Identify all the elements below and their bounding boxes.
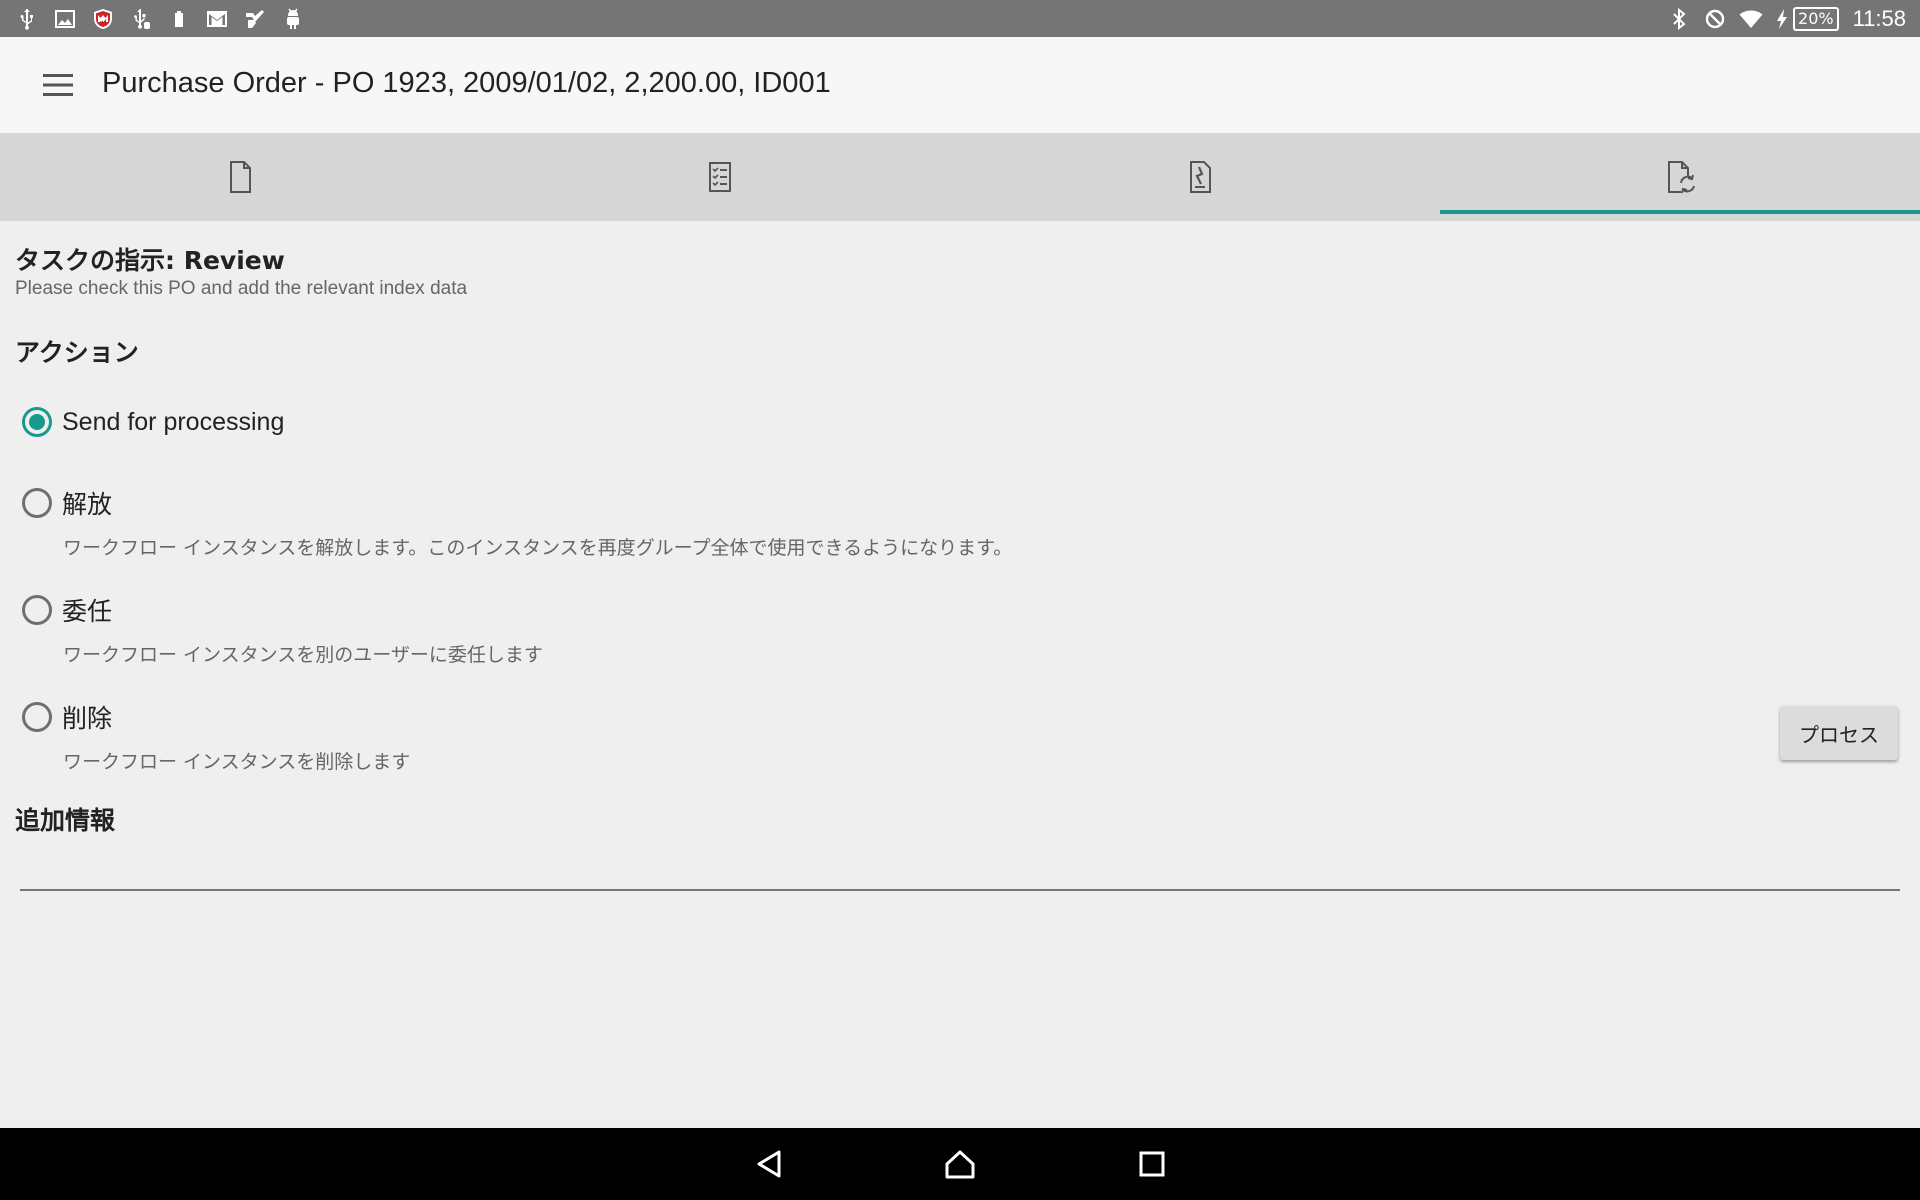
option-label: 委任	[62, 598, 113, 626]
signature-document-icon	[1190, 161, 1211, 193]
recents-icon	[1139, 1151, 1165, 1177]
task-instruction-title: タスクの指示: Review	[15, 246, 285, 275]
tab-bar	[0, 133, 1920, 221]
action-option-send-for-processing[interactable]: Send for processing	[22, 407, 1182, 437]
android-debug-icon	[280, 6, 306, 32]
image-icon	[52, 6, 78, 32]
option-label: Send for processing	[62, 407, 285, 436]
home-icon	[945, 1150, 975, 1179]
option-description: ワークフロー インスタンスを別のユーザーに委任します	[63, 644, 543, 666]
navigation-bar	[0, 1128, 1920, 1200]
recents-button[interactable]	[1134, 1146, 1170, 1182]
back-button[interactable]	[752, 1146, 788, 1182]
charging-icon	[1774, 6, 1790, 32]
checklist-icon	[709, 162, 731, 192]
option-description: ワークフロー インスタンスを解放します。このインスタンスを再度グループ全体で使用…	[63, 537, 1013, 559]
status-bar: 20% 11:58	[0, 0, 1920, 37]
document-icon	[230, 161, 251, 193]
actions-heading: アクション	[15, 338, 139, 367]
mcafee-shield-icon	[90, 6, 116, 32]
battery-saver-icon	[166, 6, 192, 32]
status-bar-notifications	[14, 0, 306, 37]
page-title: Purchase Order - PO 1923, 2009/01/02, 2,…	[102, 67, 831, 99]
home-button[interactable]	[942, 1146, 978, 1182]
bluetooth-icon	[1666, 6, 1692, 32]
option-label: 解放	[62, 491, 113, 519]
option-description: ワークフロー インスタンスを削除します	[63, 751, 411, 773]
option-label: 削除	[62, 705, 113, 733]
usb-debug-icon	[128, 6, 154, 32]
tab-signature[interactable]	[960, 133, 1440, 221]
menu-button[interactable]	[40, 67, 76, 103]
gmail-icon	[204, 6, 230, 32]
app-bar: Purchase Order - PO 1923, 2009/01/02, 2,…	[0, 37, 1920, 133]
task-instruction-description: Please check this PO and add the relevan…	[15, 278, 468, 299]
additional-info-input[interactable]	[20, 889, 1900, 891]
tab-document[interactable]	[0, 133, 480, 221]
process-button[interactable]: プロセス	[1780, 706, 1898, 760]
clock: 11:58	[1852, 5, 1906, 31]
radio-delete[interactable]	[22, 702, 52, 732]
radio-send-for-processing[interactable]	[22, 407, 52, 437]
do-not-disturb-icon	[1702, 6, 1728, 32]
back-icon	[757, 1150, 781, 1178]
action-option-release[interactable]: 解放 ワークフロー インスタンスを解放します。このインスタンスを再度グループ全体…	[22, 485, 1182, 560]
battery-level: 20%	[1793, 6, 1839, 31]
play-store-icon	[242, 6, 268, 32]
tab-index-data[interactable]	[480, 133, 960, 221]
action-option-delete[interactable]: 削除 ワークフロー インスタンスを削除します	[22, 699, 1182, 774]
hamburger-icon	[43, 74, 73, 96]
task-panel: タスクの指示: Review Please check this PO and …	[0, 221, 1920, 1128]
wifi-icon	[1738, 6, 1764, 32]
usb-icon	[14, 6, 40, 32]
radio-delegate[interactable]	[22, 595, 52, 625]
additional-info-heading: 追加情報	[15, 806, 116, 835]
tab-workflow[interactable]	[1440, 133, 1920, 221]
action-option-delegate[interactable]: 委任 ワークフロー インスタンスを別のユーザーに委任します	[22, 592, 1182, 667]
workflow-document-icon	[1668, 161, 1695, 194]
status-bar-system: 20% 11:58	[1666, 0, 1906, 37]
radio-release[interactable]	[22, 488, 52, 518]
battery-indicator: 20%	[1774, 6, 1839, 32]
